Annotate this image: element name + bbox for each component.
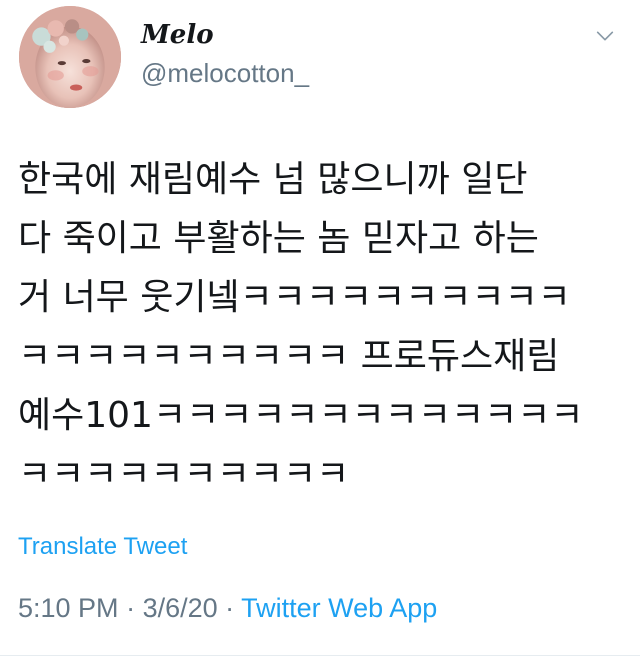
- tweet-text: 한국에 재림예수 넘 많으니까 일단 다 죽이고 부활하는 놈 믿자고 하는 거…: [18, 150, 618, 504]
- meta-separator: ·: [118, 593, 143, 623]
- tweet-date[interactable]: 3/6/20: [143, 593, 218, 623]
- tweet-text-line: 한국에 재림예수 넘 많으니까 일단: [18, 159, 528, 200]
- divider: [0, 655, 640, 656]
- author-display-name[interactable]: Melo: [141, 22, 214, 48]
- avatar[interactable]: [19, 6, 121, 108]
- tweet-text-line: 거 너무 웃기넼ㅋㅋㅋㅋㅋㅋㅋㅋㅋㅋ: [18, 277, 571, 318]
- avatar-photo: [19, 6, 121, 108]
- tweet-meta: 5:10 PM · 3/6/20 · Twitter Web App: [18, 595, 437, 622]
- tweet-time[interactable]: 5:10 PM: [18, 593, 119, 623]
- author-handle[interactable]: @melocotton_: [141, 60, 309, 86]
- meta-separator: ·: [217, 593, 242, 623]
- tweet-text-line: ㅋㅋㅋㅋㅋㅋㅋㅋㅋㅋ 프로듀스재림: [18, 336, 560, 377]
- tweet-source-link[interactable]: Twitter Web App: [241, 593, 437, 623]
- tweet-text-line: 다 죽이고 부활하는 놈 믿자고 하는: [18, 218, 539, 259]
- tweet-card: Melo @melocotton_ 한국에 재림예수 넘 많으니까 일단 다 죽…: [0, 0, 640, 667]
- tweet-text-line: 예수101ㅋㅋㅋㅋㅋㅋㅋㅋㅋㅋㅋㅋㅋ: [18, 395, 584, 436]
- chevron-down-icon[interactable]: [594, 25, 616, 47]
- tweet-text-line: ㅋㅋㅋㅋㅋㅋㅋㅋㅋㅋ: [18, 454, 350, 495]
- translate-tweet-link[interactable]: Translate Tweet: [18, 535, 187, 559]
